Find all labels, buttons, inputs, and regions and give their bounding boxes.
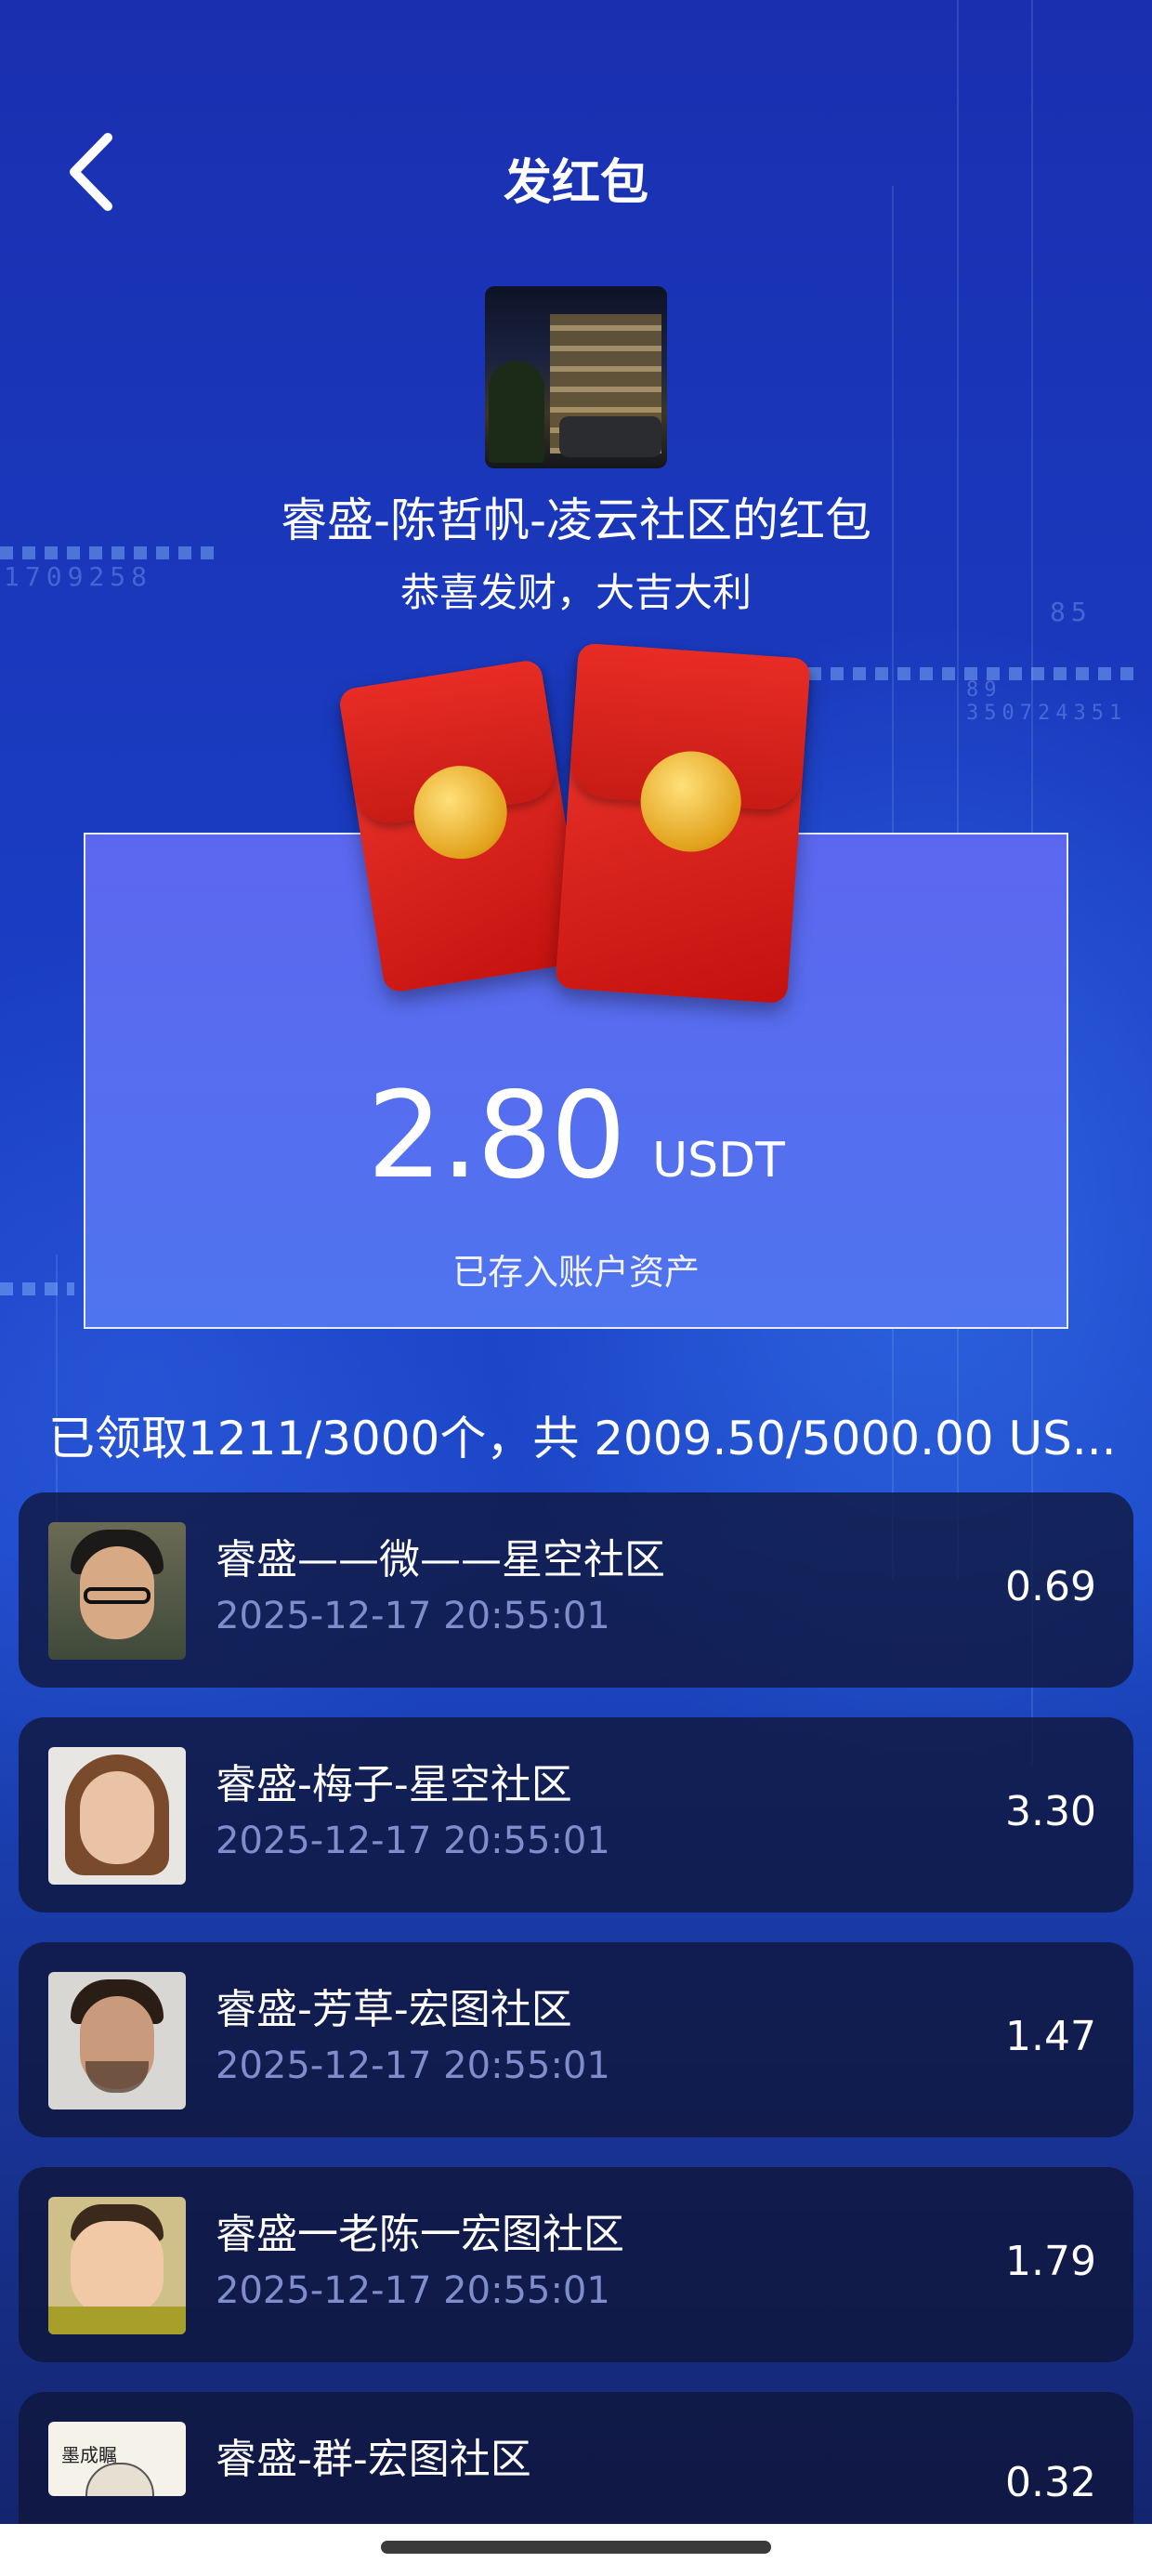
record-time: 2025-12-17 20:55:01 (216, 1595, 610, 1637)
red-envelope-left (337, 658, 588, 994)
avatar (48, 1972, 186, 2109)
avatar (48, 1747, 186, 1885)
background-digits: 89 350724351 (966, 678, 1128, 725)
greeting-text: 恭喜发财，大吉大利 (399, 570, 752, 615)
list-item[interactable]: 睿盛-芳草-宏图社区 2025-12-17 20:55:01 1.47 (19, 1942, 1133, 2137)
claim-list: 睿盛——微——星空社区 2025-12-17 20:55:01 0.69 睿盛-… (19, 1492, 1133, 2570)
avatar (48, 2197, 186, 2334)
record-amount: 1.79 (1005, 2238, 1096, 2285)
background-line (957, 0, 959, 1580)
record-name: 睿盛一老陈一宏图社区 (216, 2211, 624, 2258)
list-item[interactable]: 睿盛-梅子-星空社区 2025-12-17 20:55:01 3.30 (19, 1717, 1133, 1912)
home-indicator[interactable] (381, 2541, 771, 2554)
header: 发红包 (0, 130, 1152, 223)
record-amount: 1.47 (1005, 2013, 1096, 2060)
sender-cover-image (485, 286, 667, 468)
record-amount: 0.69 (1005, 1563, 1096, 1610)
stored-note: 已存入账户资产 (452, 1252, 700, 1293)
red-envelope-right (555, 642, 811, 1005)
record-name: 睿盛-梅子-星空社区 (216, 1761, 572, 1808)
red-envelope-icon (337, 642, 811, 1022)
list-item[interactable]: 睿盛一老陈一宏图社区 2025-12-17 20:55:01 1.79 (19, 2167, 1133, 2362)
record-time: 2025-12-17 20:55:01 (216, 1820, 610, 1862)
background-line (56, 1255, 58, 1533)
avatar (48, 1522, 186, 1660)
amount-unit: USDT (652, 1133, 785, 1189)
avatar: 墨成瞩 (48, 2422, 186, 2496)
page-title: 发红包 (503, 155, 648, 211)
claim-summary: 已领取1211/3000个，共 2009.50/5000.00 US... (48, 1412, 1117, 1465)
record-time: 2025-12-17 20:55:01 (216, 2044, 610, 2087)
record-amount: 3.30 (1005, 1788, 1096, 1835)
list-item[interactable]: 墨成瞩 睿盛-群-宏图社区 0.32 (19, 2392, 1133, 2541)
amount-row: 2.80 USDT (85, 1067, 1067, 1205)
amount-value: 2.80 (367, 1067, 626, 1205)
sender-title: 睿盛-陈哲帆-凌云社区的红包 (280, 493, 872, 547)
record-amount: 0.32 (1005, 2459, 1096, 2506)
record-name: 睿盛-芳草-宏图社区 (216, 1986, 572, 2033)
background-dots (808, 667, 1143, 680)
record-name: 睿盛——微——星空社区 (216, 1536, 665, 1584)
background-dots (0, 1282, 74, 1295)
record-name: 睿盛-群-宏图社区 (216, 2436, 531, 2483)
record-time: 2025-12-17 20:55:01 (216, 2269, 610, 2312)
list-item[interactable]: 睿盛——微——星空社区 2025-12-17 20:55:01 0.69 (19, 1492, 1133, 1688)
